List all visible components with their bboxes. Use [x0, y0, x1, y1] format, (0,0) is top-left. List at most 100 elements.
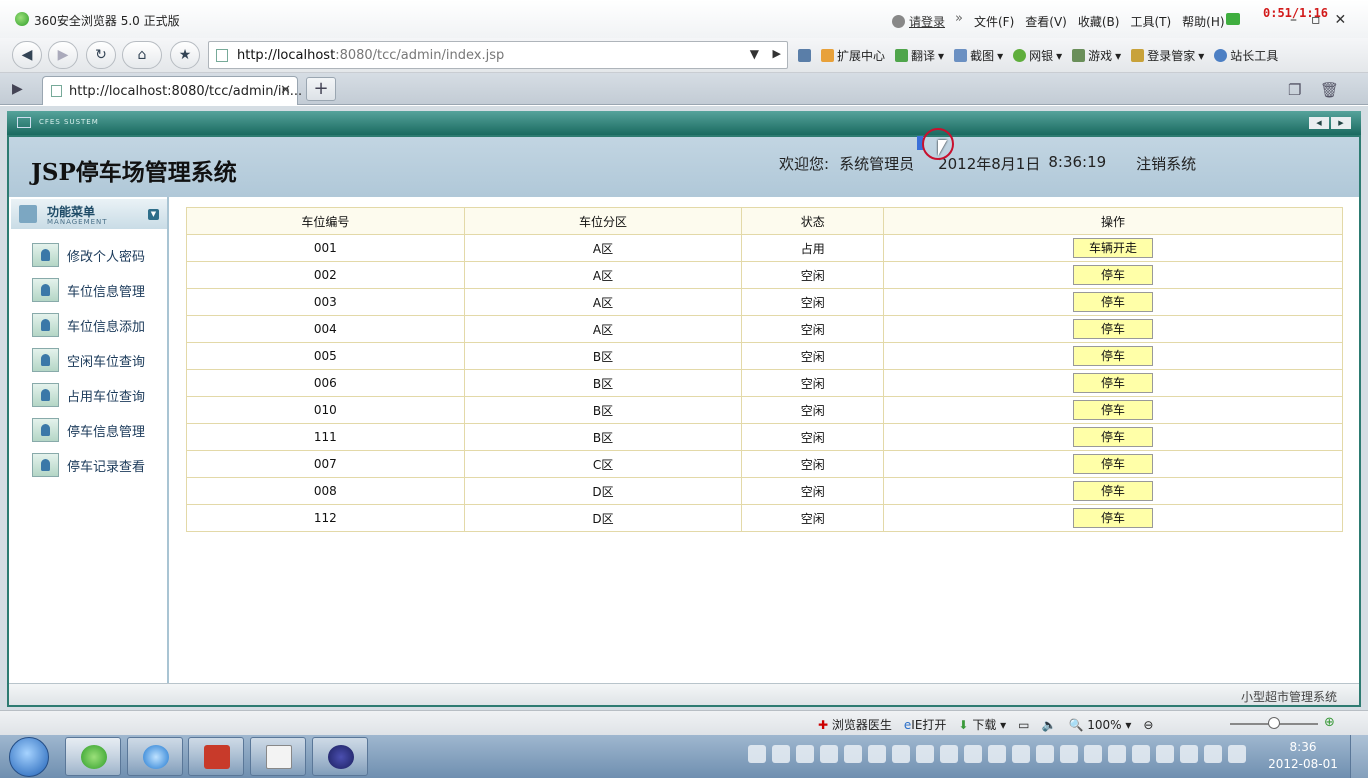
park-button[interactable]: 停车: [1073, 508, 1154, 528]
taskbar-notepad[interactable]: [250, 737, 306, 776]
tray-icon[interactable]: [844, 745, 862, 763]
status-ie-open[interactable]: eIE打开: [904, 716, 947, 733]
welcome-info: 欢迎您: 系统管理员 2012年8月1日 8:36:19 注销系统: [779, 153, 1196, 174]
tray-icon[interactable]: [1156, 745, 1174, 763]
tray-icon[interactable]: [988, 745, 1006, 763]
tray-icon[interactable]: [1060, 745, 1078, 763]
menu-item-space-management[interactable]: 车位信息管理: [32, 278, 145, 302]
toolbar-screenshot[interactable]: 截图 ▾: [954, 47, 1003, 64]
park-button[interactable]: 停车: [1073, 481, 1154, 501]
menu-favorites[interactable]: 收藏(B): [1078, 13, 1120, 30]
tray-icon[interactable]: [1036, 745, 1054, 763]
tab-active[interactable]: http://localhost:8080/tcc/admin/in... ✕: [42, 76, 302, 105]
menu-item-parking-records[interactable]: 停车记录查看: [32, 453, 145, 477]
address-field[interactable]: http://localhost:8080/tcc/admin/index.js…: [208, 41, 788, 69]
show-desktop-button[interactable]: [1350, 735, 1368, 778]
tray-icon[interactable]: [748, 745, 766, 763]
park-button[interactable]: 停车: [1073, 346, 1154, 366]
taskbar-eclipse[interactable]: [312, 737, 368, 776]
forward-arrow-icon[interactable]: ▶: [48, 41, 78, 69]
toolbar-translate[interactable]: 翻译 ▾: [895, 47, 944, 64]
status-download[interactable]: ⬇ 下载 ▾: [958, 716, 1006, 733]
park-button[interactable]: 停车: [1073, 292, 1154, 312]
status-doctor[interactable]: ✚ 浏览器医生: [818, 716, 892, 733]
menu-item-space-add[interactable]: 车位信息添加: [32, 313, 145, 337]
park-button[interactable]: 停车: [1073, 265, 1154, 285]
tray-icon[interactable]: [1132, 745, 1150, 763]
tray-icon[interactable]: [1180, 745, 1198, 763]
speaker-icon[interactable]: 🔈: [1042, 718, 1057, 732]
url-text[interactable]: http://localhost:8080/tcc/admin/index.js…: [237, 48, 504, 63]
arrow-right-icon[interactable]: ▶: [1331, 117, 1351, 129]
key-icon: [1131, 49, 1145, 62]
tray-icon[interactable]: [796, 745, 814, 763]
menu-view[interactable]: 查看(V): [1025, 13, 1067, 30]
chevron-down-icon[interactable]: ▼: [750, 47, 759, 61]
tray-icon[interactable]: [1084, 745, 1102, 763]
back-arrow-icon[interactable]: ◀: [12, 41, 42, 69]
park-button[interactable]: 停车: [1073, 427, 1154, 447]
taskbar-ie[interactable]: [127, 737, 183, 776]
start-button[interactable]: [9, 737, 49, 777]
arrow-left-icon[interactable]: ◀: [1309, 117, 1329, 129]
tray-icon[interactable]: [940, 745, 958, 763]
park-button[interactable]: 停车: [1073, 319, 1154, 339]
toolbar-games[interactable]: 游戏 ▾: [1072, 47, 1121, 64]
skin-icon[interactable]: [1226, 13, 1240, 25]
taskbar-toolbox[interactable]: [188, 737, 244, 776]
minimize-icon[interactable]: –: [1290, 12, 1297, 28]
zoom-in-icon[interactable]: ⊕: [1324, 715, 1335, 730]
close-icon[interactable]: ✕: [280, 83, 291, 98]
tray-icon[interactable]: [868, 745, 886, 763]
menu-home-icon: [19, 205, 37, 223]
taskbar-clock[interactable]: 8:36 2012-08-01: [1268, 739, 1338, 773]
tray-icon[interactable]: [916, 745, 934, 763]
double-chevron-icon[interactable]: »: [955, 11, 963, 26]
toolbar-extensions[interactable]: 扩展中心: [821, 47, 885, 64]
close-icon[interactable]: ✕: [1335, 12, 1347, 28]
menu-file[interactable]: 文件(F): [974, 13, 1014, 30]
tray-icon[interactable]: [1108, 745, 1126, 763]
current-time: 8:36:19: [1048, 153, 1107, 171]
zoom-out-icon[interactable]: ⊖: [1143, 718, 1153, 732]
park-button[interactable]: 停车: [1073, 373, 1154, 393]
menu-item-occupied-space-query[interactable]: 占用车位查询: [32, 383, 145, 407]
trash-icon[interactable]: 🗑: [1320, 81, 1339, 99]
new-tab-button[interactable]: +: [306, 77, 336, 101]
tray-icon[interactable]: [1204, 745, 1222, 763]
taskbar-360-browser[interactable]: [65, 737, 121, 776]
sidebar-toggle-icon[interactable]: ▶: [12, 81, 23, 97]
toolbar-webmaster[interactable]: 站长工具: [1214, 47, 1278, 64]
login-link[interactable]: 请登录: [909, 13, 945, 30]
menu-item-free-space-query[interactable]: 空闲车位查询: [32, 348, 145, 372]
tray-icon[interactable]: [772, 745, 790, 763]
restore-tabs-icon[interactable]: ❐: [1288, 81, 1301, 99]
toolbar-login-manager[interactable]: 登录管家 ▾: [1131, 47, 1204, 64]
park-button[interactable]: 停车: [1073, 400, 1154, 420]
park-button[interactable]: 停车: [1073, 454, 1154, 474]
tray-icon[interactable]: [1012, 745, 1030, 763]
toolbar-ebank[interactable]: 网银 ▾: [1013, 47, 1062, 64]
menu-subtitle: MANAGEMENT: [47, 218, 108, 226]
collapse-icon[interactable]: ▼: [148, 209, 159, 220]
tray-icon[interactable]: [964, 745, 982, 763]
refresh-icon[interactable]: ↻: [86, 41, 116, 69]
logout-link[interactable]: 注销系统: [1136, 153, 1196, 174]
home-icon[interactable]: ⌂: [122, 41, 162, 69]
cell-zone: A区: [463, 234, 743, 262]
menu-item-parking-management[interactable]: 停车信息管理: [32, 418, 145, 442]
window-icon[interactable]: ▭: [1018, 718, 1029, 732]
menu-item-change-password[interactable]: 修改个人密码: [32, 243, 145, 267]
maximize-icon[interactable]: ▫: [1311, 12, 1321, 28]
status-zoom[interactable]: 🔍 100% ▾: [1068, 718, 1131, 732]
zoom-slider-knob[interactable]: [1268, 717, 1280, 729]
shield-icon[interactable]: [798, 47, 811, 64]
star-icon[interactable]: ★: [170, 41, 200, 69]
drive-away-button[interactable]: 车辆开走: [1073, 238, 1154, 258]
tray-icon[interactable]: [892, 745, 910, 763]
volume-icon[interactable]: [1228, 745, 1246, 763]
tray-icon[interactable]: [820, 745, 838, 763]
go-icon[interactable]: ▶: [773, 47, 781, 60]
menu-help[interactable]: 帮助(H): [1182, 13, 1224, 30]
menu-tools[interactable]: 工具(T): [1130, 13, 1171, 30]
